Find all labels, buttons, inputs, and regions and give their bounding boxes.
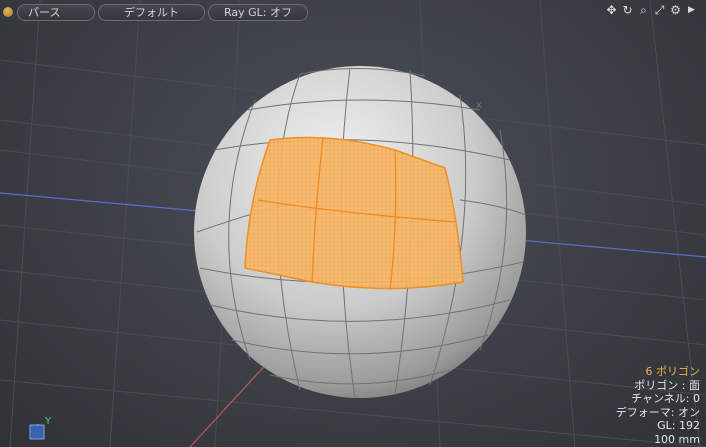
viewport-info: 6 ポリゴン ポリゴン : 面 チャンネル: 0 デフォーマ: オン GL: 1… xyxy=(616,365,700,446)
orientation-gizmo: Y xyxy=(29,416,52,440)
more-arrow-icon[interactable]: ▶ xyxy=(685,3,698,17)
viewport-toolbar: パース デフォルト Ray GL: オフ xyxy=(3,3,311,21)
channel-info: チャンネル: 0 xyxy=(631,392,700,405)
fit-icon[interactable]: ⤢ xyxy=(653,3,666,17)
viewport-nav-icons: ✥ ↻ ⌕ ⤢ ⚙ ▶ xyxy=(605,3,698,17)
zoom-icon[interactable]: ⌕ xyxy=(637,3,650,17)
viewport-menu-icon[interactable] xyxy=(3,7,13,17)
projection-button[interactable]: パース xyxy=(17,3,95,21)
gizmo-y-label: Y xyxy=(44,416,52,427)
gl-info: GL: 192 xyxy=(657,419,700,432)
far-axis-mark: x xyxy=(476,100,482,111)
shading-button[interactable]: デフォルト xyxy=(98,3,205,21)
deformer-info: デフォーマ: オン xyxy=(615,405,700,419)
viewport-3d[interactable]: x Y xyxy=(0,0,706,447)
rotate-icon[interactable]: ↻ xyxy=(621,3,634,17)
settings-icon[interactable]: ⚙ xyxy=(669,3,682,17)
selection-count: 6 ポリゴン xyxy=(645,365,701,378)
grid-size: 100 mm xyxy=(654,432,700,446)
move-icon[interactable]: ✥ xyxy=(605,3,618,17)
raygl-button[interactable]: Ray GL: オフ xyxy=(208,3,308,21)
polygon-type: ポリゴン : 面 xyxy=(634,378,700,392)
